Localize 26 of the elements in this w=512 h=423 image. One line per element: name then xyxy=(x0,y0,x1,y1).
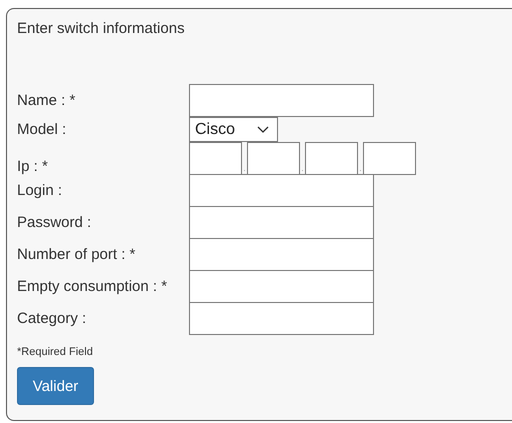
input-field[interactable] xyxy=(189,302,374,335)
ip-separator: . xyxy=(242,163,247,175)
ip-separator: . xyxy=(358,163,363,175)
ip-separator: . xyxy=(300,163,305,175)
field-label: Name : * xyxy=(17,92,76,109)
required-note: *Required Field xyxy=(17,345,94,359)
ip-octet-field[interactable] xyxy=(363,142,416,175)
field-label: Password : xyxy=(17,214,92,231)
input-field[interactable] xyxy=(189,206,374,239)
panel-title: Enter switch informations xyxy=(17,19,186,39)
field-label: Number of port : * xyxy=(17,246,136,263)
model-dropdown[interactable]: Cisco xyxy=(189,117,278,142)
ip-octet-field[interactable] xyxy=(247,142,300,175)
field-label: Category : xyxy=(17,310,88,327)
field-label: Ip : * xyxy=(17,158,49,175)
input-field[interactable] xyxy=(189,174,374,207)
field-label: Model : xyxy=(17,121,68,138)
ip-octet-field[interactable] xyxy=(189,142,242,175)
field-label: Empty consumption : * xyxy=(17,278,168,295)
input-field[interactable] xyxy=(189,238,374,271)
input-field[interactable] xyxy=(189,270,374,303)
input-field[interactable] xyxy=(189,84,374,117)
ip-octet-field[interactable] xyxy=(305,142,358,175)
chevron-icon xyxy=(257,126,269,134)
submit-button[interactable]: Valider xyxy=(17,367,94,405)
field-label: Login : xyxy=(17,182,64,199)
